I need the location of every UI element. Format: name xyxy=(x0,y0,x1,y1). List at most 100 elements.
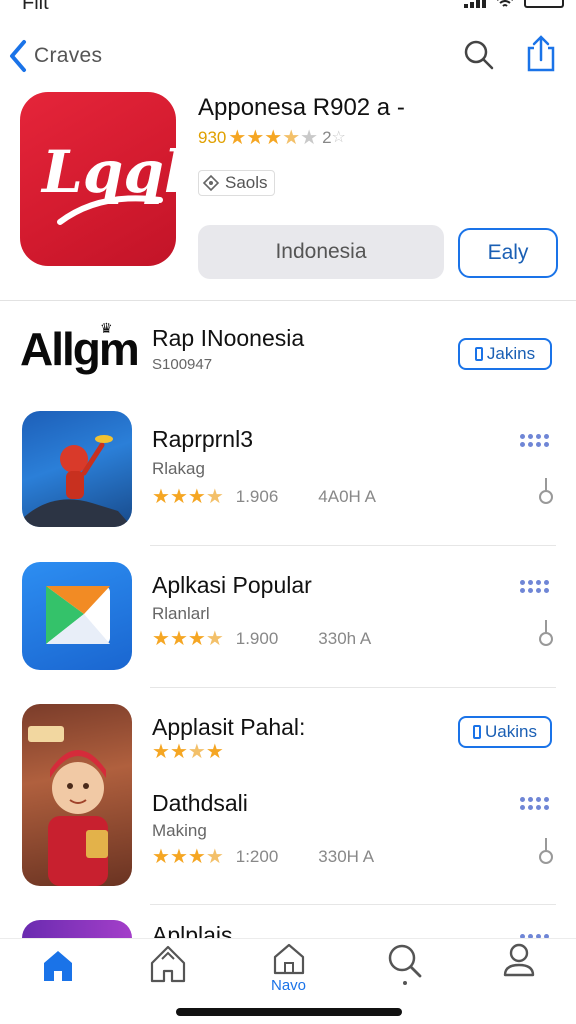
star-empty-icon: ★ xyxy=(300,127,319,149)
chevron-left-icon xyxy=(10,40,26,72)
signal-icon xyxy=(464,0,486,8)
tab-navo[interactable]: Navo xyxy=(231,939,346,999)
hero-title: Apponesa R902 a - xyxy=(198,94,405,121)
back-button[interactable]: Craves xyxy=(6,36,102,76)
star-outline-icon: ☆ xyxy=(331,129,346,146)
star-icon: ★ xyxy=(228,127,247,149)
hero-rating-count: 2 xyxy=(322,128,332,147)
star-icon: ★ xyxy=(187,846,206,868)
app-size: 330H A xyxy=(318,847,375,866)
more-options-icon[interactable] xyxy=(520,797,549,810)
home-icon xyxy=(43,951,72,981)
star-half-icon: ★ xyxy=(205,846,224,868)
star-icon: ★ xyxy=(169,741,188,763)
star-icon: ★ xyxy=(187,486,206,508)
star-half-icon: ★ xyxy=(205,486,224,508)
person-icon xyxy=(503,943,534,977)
device-icon xyxy=(474,347,483,361)
app-rating-count: 1:200 xyxy=(235,847,279,866)
star-icon: ★ xyxy=(152,846,170,868)
app-meta: ★ ★ ★ ★ xyxy=(152,742,236,762)
star-icon: ★ xyxy=(187,628,206,650)
hero-rating-value: 930 xyxy=(198,128,227,147)
app-title: Raprprnl3 xyxy=(152,426,253,452)
star-icon: ★ xyxy=(205,741,224,763)
star-half-icon: ★ xyxy=(187,741,206,763)
app-thumbnail[interactable] xyxy=(22,411,132,527)
hero-tag-label: Saols xyxy=(225,173,268,192)
hero-app-icon[interactable]: Lqqk xyxy=(20,92,176,266)
badge-icon xyxy=(202,174,220,192)
app-get-button[interactable]: Uakins xyxy=(458,716,552,748)
star-rating: ★ ★ ★ ★ xyxy=(152,629,224,649)
app-thumbnail[interactable] xyxy=(22,562,132,670)
avatar-illustration xyxy=(28,726,108,886)
star-rating: ★ ★ ★ ★ xyxy=(152,742,224,762)
tab-profile[interactable] xyxy=(461,939,576,999)
app-title: Aplkasi Popular xyxy=(152,572,312,598)
star-icon: ★ xyxy=(169,628,188,650)
star-icon: ★ xyxy=(169,486,188,508)
nav-bar: Craves xyxy=(0,30,576,82)
status-icons xyxy=(464,0,564,8)
wifi-icon xyxy=(497,0,513,7)
app-size: 4A0H A xyxy=(318,487,376,506)
star-icon: ★ xyxy=(152,486,170,508)
hero-section: Lqqk Apponesa R902 a - 930 ★ ★ ★ ★ ★ 2 ☆… xyxy=(0,90,576,300)
tab-navo-label: Navo xyxy=(270,977,307,994)
app-title: Applasit Pahal: xyxy=(152,714,306,740)
puzzle-home-icon xyxy=(150,945,185,983)
play-logo-graphic xyxy=(46,586,110,644)
app-title: Dathdsali xyxy=(152,790,248,816)
row-divider xyxy=(150,904,556,905)
hero-logo-graphic: Lqqk xyxy=(40,138,176,225)
secondary-action-button[interactable]: Ealy xyxy=(458,228,558,278)
star-icon: ★ xyxy=(246,127,265,149)
tab-games[interactable] xyxy=(110,939,225,999)
svg-text:Lqqk: Lqqk xyxy=(40,138,176,206)
search-icon[interactable] xyxy=(462,38,496,72)
device-icon xyxy=(473,725,482,739)
app-meta: ★ ★ ★ ★ 1.906 4A0H A xyxy=(152,487,376,507)
app-thumbnail[interactable] xyxy=(22,920,132,940)
row-divider xyxy=(150,545,556,546)
search-icon xyxy=(388,944,421,985)
featured-get-button[interactable]: Jakins xyxy=(458,338,552,370)
status-carrier-text: Flit xyxy=(22,0,49,14)
app-subtitle: Rlanlarl xyxy=(152,604,210,623)
home-indicator[interactable] xyxy=(176,1008,402,1016)
featured-button-label: Jakins xyxy=(486,344,536,363)
pin-icon[interactable] xyxy=(538,478,554,504)
crown-icon: ♛ xyxy=(100,320,113,336)
pin-icon[interactable] xyxy=(538,620,554,646)
app-rating-count: 1.900 xyxy=(235,629,279,648)
more-options-icon[interactable] xyxy=(520,580,549,593)
app-thumbnail[interactable] xyxy=(22,704,132,886)
app-button-label: Uakins xyxy=(485,722,537,741)
get-button[interactable]: Indonesia xyxy=(198,225,444,279)
battery-icon xyxy=(524,0,564,8)
featured-wordmark[interactable]: Allgm xyxy=(20,322,140,376)
app-size: 330h A xyxy=(318,629,372,648)
star-rating: ★ ★ ★ ★ xyxy=(152,847,224,867)
character-illustration xyxy=(22,435,132,527)
pin-icon[interactable] xyxy=(538,838,554,864)
featured-subtitle: S100947 xyxy=(152,356,213,373)
row-divider xyxy=(150,687,556,688)
app-meta: ★ ★ ★ ★ 1.900 330h A xyxy=(152,629,371,649)
tab-home[interactable] xyxy=(0,939,115,999)
share-icon[interactable] xyxy=(524,34,558,74)
app-subtitle: Making xyxy=(152,821,207,840)
house-outline-icon xyxy=(273,943,304,975)
more-options-icon[interactable] xyxy=(520,434,549,447)
hero-tag: Saols xyxy=(198,170,275,196)
section-divider xyxy=(0,300,576,301)
app-meta: ★ ★ ★ ★ 1:200 330H A xyxy=(152,847,374,867)
star-icon: ★ xyxy=(152,628,170,650)
status-bar: Flit xyxy=(0,0,576,14)
star-icon: ★ xyxy=(169,846,188,868)
featured-title: Rap INoonesia xyxy=(152,325,305,351)
star-icon: ★ xyxy=(264,127,283,149)
back-label: Craves xyxy=(34,44,103,67)
tab-search[interactable] xyxy=(347,939,462,999)
